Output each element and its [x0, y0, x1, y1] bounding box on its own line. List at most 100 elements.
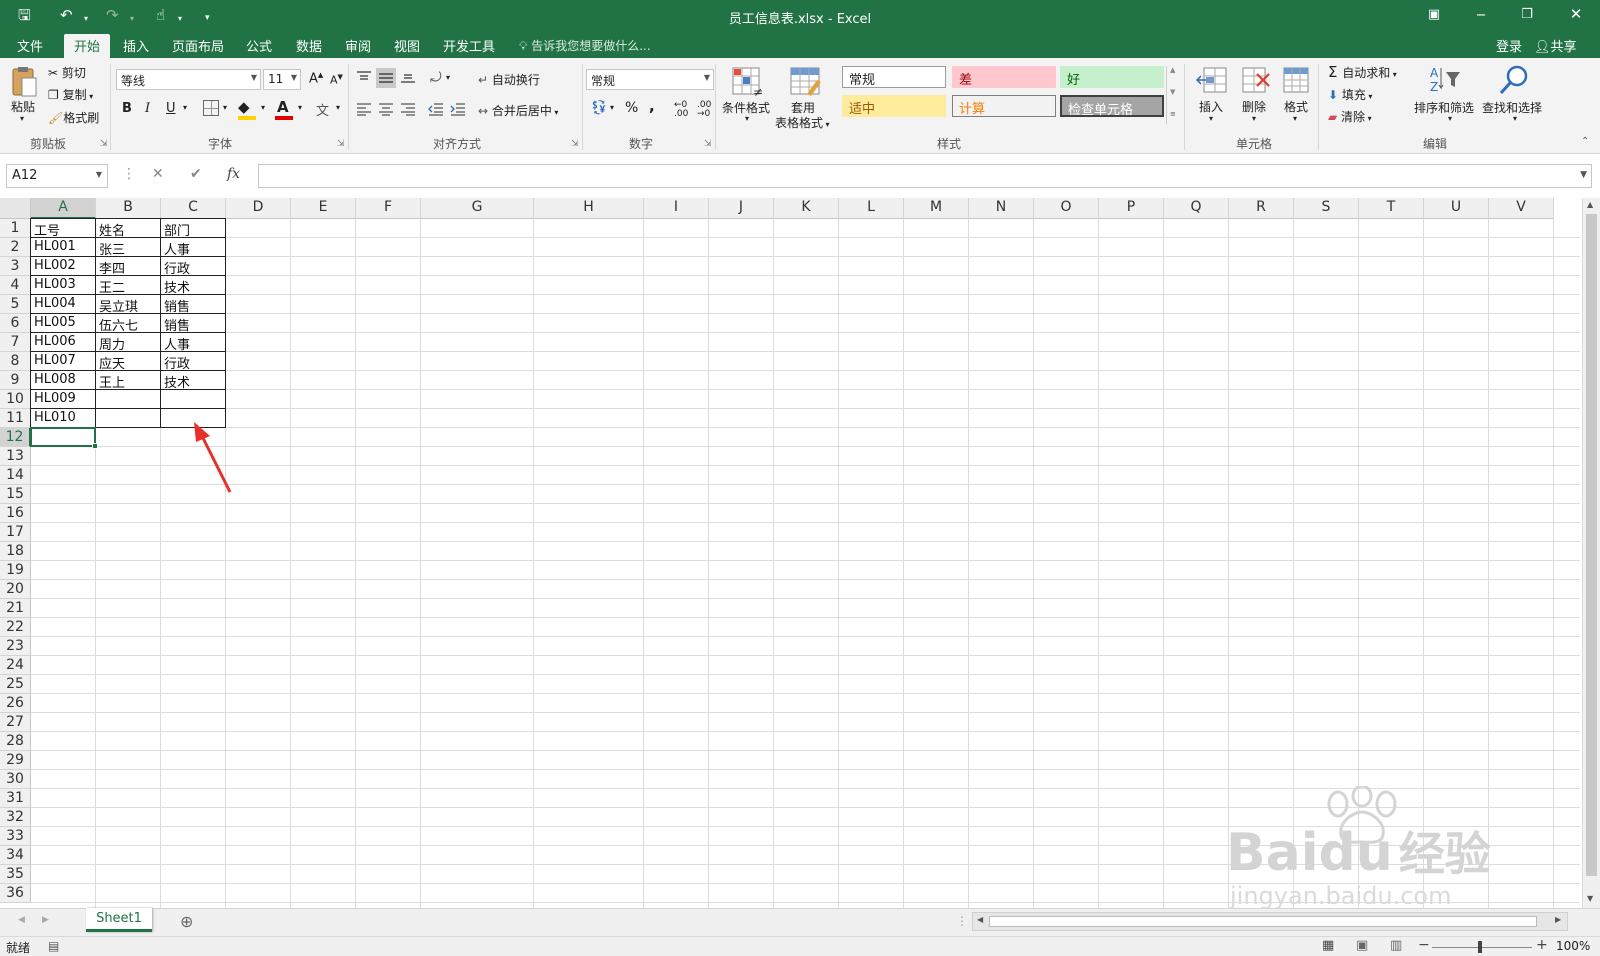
row-header-11[interactable]: 11 [0, 409, 31, 428]
comma-button[interactable]: , [649, 97, 655, 115]
vertical-scrollbar[interactable]: ▲ ▼ [1582, 198, 1600, 908]
normal-view-icon[interactable]: ▦ [1322, 938, 1334, 953]
expand-formula-icon[interactable]: ▼ [1580, 170, 1587, 180]
alignment-launcher-icon[interactable]: ⇲ [571, 139, 579, 149]
align-right-icon[interactable] [400, 102, 416, 119]
cell-b4[interactable]: 王二 [96, 276, 161, 296]
prev-sheet-icon[interactable]: ◀ [18, 915, 25, 925]
format-table-icon[interactable] [789, 66, 823, 98]
delete-cells-label[interactable]: 删除 [1242, 98, 1266, 115]
row-header-28[interactable]: 28 [0, 732, 31, 751]
row-header-8[interactable]: 8 [0, 352, 31, 371]
row-header-30[interactable]: 30 [0, 770, 31, 789]
align-top-icon[interactable] [356, 70, 372, 87]
underline-button[interactable]: U [166, 101, 176, 116]
cell-a2[interactable]: HL001 [31, 238, 96, 257]
row-header-7[interactable]: 7 [0, 333, 31, 352]
column-header-a[interactable]: A [31, 198, 96, 219]
tab-file[interactable]: 文件 [17, 36, 43, 55]
column-header-o[interactable]: O [1034, 198, 1099, 219]
font-name-select[interactable]: 等线 ▼ [116, 69, 261, 90]
cell-b7[interactable]: 周力 [96, 333, 161, 353]
hscroll-thumb[interactable] [989, 916, 1537, 927]
row-header-6[interactable]: 6 [0, 314, 31, 333]
column-header-h[interactable]: H [534, 198, 644, 219]
column-header-m[interactable]: M [904, 198, 969, 219]
cell-b3[interactable]: 李四 [96, 257, 161, 277]
row-header-25[interactable]: 25 [0, 675, 31, 694]
cell-c1[interactable]: 部门 [161, 219, 226, 239]
column-header-t[interactable]: T [1359, 198, 1424, 219]
clear-button[interactable]: ▰ 清除 ▾ [1328, 108, 1372, 125]
row-header-24[interactable]: 24 [0, 656, 31, 675]
style-bad[interactable]: 差 [952, 66, 1056, 88]
copy-button[interactable]: ❐ 复制 ▾ [48, 86, 93, 103]
cell-a8[interactable]: HL007 [31, 352, 96, 371]
font-launcher-icon[interactable]: ⇲ [337, 139, 345, 149]
next-sheet-icon[interactable]: ▶ [42, 915, 49, 925]
insert-cells-label[interactable]: 插入 [1199, 98, 1223, 115]
format-dropdown-icon[interactable]: ▾ [1293, 114, 1297, 123]
row-header-3[interactable]: 3 [0, 257, 31, 276]
sort-dropdown-icon[interactable]: ▾ [1448, 114, 1452, 123]
row-header-20[interactable]: 20 [0, 580, 31, 599]
cell-b5[interactable]: 吴立琪 [96, 295, 161, 315]
find-select-icon[interactable] [1498, 64, 1530, 99]
column-header-g[interactable]: G [421, 198, 534, 219]
zoom-slider[interactable] [1432, 947, 1532, 948]
cell-a1[interactable]: 工号 [31, 219, 96, 239]
sort-filter-label[interactable]: 排序和筛选 [1414, 99, 1474, 116]
fill-color-icon[interactable]: ◆ [238, 98, 250, 116]
merge-center-button[interactable]: ↔ 合并后居中 ▾ [478, 102, 558, 119]
style-neutral[interactable]: 适中 [842, 95, 946, 117]
orientation-dropdown-icon[interactable]: ▾ [446, 73, 450, 82]
tab-insert[interactable]: 插入 [123, 36, 149, 55]
conditional-dropdown-icon[interactable]: ▾ [745, 114, 749, 123]
row-header-14[interactable]: 14 [0, 466, 31, 485]
find-select-label[interactable]: 查找和选择 [1482, 99, 1542, 116]
row-header-33[interactable]: 33 [0, 827, 31, 846]
scroll-right-icon[interactable]: ▶ [1555, 915, 1561, 924]
page-layout-view-icon[interactable]: ▣ [1356, 938, 1368, 953]
tab-home[interactable]: 开始 [64, 34, 111, 58]
cell-c9[interactable]: 技术 [161, 371, 226, 391]
style-calculation[interactable]: 计算 [952, 95, 1056, 117]
tell-me-search[interactable]: 💡︎ 告诉我您想要做什么... [519, 37, 651, 54]
cell-b8[interactable]: 应天 [96, 352, 161, 372]
tab-review[interactable]: 审阅 [345, 36, 371, 55]
row-header-26[interactable]: 26 [0, 694, 31, 713]
row-header-5[interactable]: 5 [0, 295, 31, 314]
share-button[interactable]: 👤︎共享 [1534, 36, 1577, 55]
cell-b11[interactable] [96, 409, 161, 428]
column-header-d[interactable]: D [226, 198, 291, 219]
row-header-23[interactable]: 23 [0, 637, 31, 656]
row-header-1[interactable]: 1 [0, 219, 31, 238]
signin-link[interactable]: 登录 [1496, 36, 1522, 55]
minimize-icon[interactable]: ‒ [1466, 5, 1496, 23]
row-header-22[interactable]: 22 [0, 618, 31, 637]
grow-font-button[interactable]: A▲ [309, 71, 323, 86]
format-cells-label[interactable]: 格式 [1284, 98, 1308, 115]
sheet-tab-sheet1[interactable]: Sheet1 [86, 908, 152, 932]
currency-icon[interactable]: 💱︎ [590, 100, 608, 116]
insert-cells-icon[interactable] [1195, 66, 1228, 99]
row-header-17[interactable]: 17 [0, 523, 31, 542]
cut-button[interactable]: ✂ 剪切 [48, 64, 86, 81]
find-dropdown-icon[interactable]: ▾ [1513, 114, 1517, 123]
number-launcher-icon[interactable]: ⇲ [704, 139, 712, 149]
borders-icon[interactable] [203, 100, 219, 116]
row-header-31[interactable]: 31 [0, 789, 31, 808]
tab-formulas[interactable]: 公式 [246, 36, 272, 55]
italic-button[interactable]: I [145, 101, 150, 116]
tab-data[interactable]: 数据 [296, 36, 322, 55]
row-header-9[interactable]: 9 [0, 371, 31, 390]
shrink-font-button[interactable]: A▼ [330, 73, 343, 87]
column-header-e[interactable]: E [291, 198, 356, 219]
column-header-p[interactable]: P [1099, 198, 1164, 219]
orientation-icon[interactable]: ⤾ [430, 70, 442, 86]
column-header-b[interactable]: B [96, 198, 161, 219]
row-header-34[interactable]: 34 [0, 846, 31, 865]
cell-b10[interactable] [96, 390, 161, 409]
column-header-v[interactable]: V [1489, 198, 1554, 219]
paste-label[interactable]: 粘贴 [11, 98, 35, 115]
